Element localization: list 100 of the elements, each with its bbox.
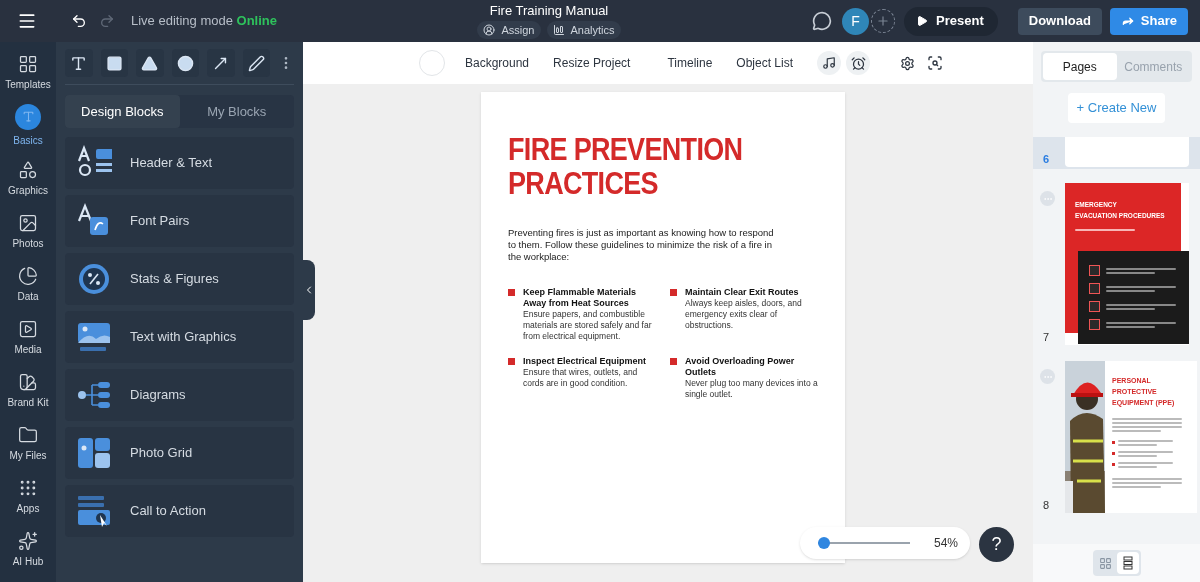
play-square-icon [18, 318, 38, 339]
design-block-item[interactable]: Diagrams [65, 369, 294, 421]
pen-tool-icon[interactable] [242, 49, 270, 77]
step-icon [1089, 265, 1100, 276]
document-title: Fire Training Manual [489, 2, 609, 19]
panel-tab[interactable]: My Blocks [179, 95, 294, 128]
text-lines-drawing [1106, 303, 1176, 310]
item-title: Inspect Electrical Equipment [523, 356, 648, 367]
rail-item[interactable]: Basics [0, 99, 56, 152]
line-tool-icon[interactable] [207, 49, 235, 77]
pages-tab[interactable]: Pages [1043, 53, 1117, 80]
page-number: 6 [1043, 151, 1050, 167]
text-lines-drawing [1118, 462, 1173, 468]
toolbar-link[interactable]: Background [465, 54, 530, 72]
rail-item[interactable]: My Files [0, 417, 56, 470]
circle-tool-icon[interactable] [171, 49, 199, 77]
pie-chart-icon [18, 265, 38, 286]
folder-icon [18, 424, 38, 445]
item-text: Always keep aisles, doors, and emergency exits clear of obstructions. [685, 298, 803, 331]
download-button[interactable]: Download [1017, 7, 1102, 35]
text-icon [15, 103, 41, 130]
settings-icon[interactable] [900, 55, 916, 71]
forward-arrow-icon [1120, 14, 1135, 28]
undo-icon[interactable] [71, 13, 87, 29]
alarm-clock-icon[interactable] [846, 51, 871, 75]
zoom-percentage: 54% [933, 535, 958, 552]
text-lines-drawing [1106, 285, 1176, 292]
page-number: 8 [1043, 497, 1050, 513]
intro-paragraph: Preventing fires is just as important as knowing how to respond to them. Follow these guidelines to minimize the risk of a fire in the workplace: [508, 227, 775, 263]
bar-chart-icon [552, 24, 565, 36]
text-lines-drawing [1118, 451, 1173, 457]
triangle-tool-icon[interactable] [136, 49, 164, 77]
slider-thumb[interactable] [817, 537, 830, 549]
toolbar-link[interactable]: Timeline [667, 54, 713, 72]
list-view-icon[interactable] [1116, 552, 1139, 574]
page-thumbnail[interactable] [1065, 137, 1189, 167]
create-new-button[interactable]: + Create New [1067, 93, 1166, 123]
design-block-item[interactable]: Stats & Figures [65, 253, 294, 305]
design-block-item[interactable]: Font Pairs [65, 195, 294, 247]
collapse-handle[interactable] [303, 260, 315, 320]
rail-item[interactable]: Graphics [0, 152, 56, 205]
bullet-square [670, 358, 677, 365]
item-text: Ensure that wires, outlets, and cords are in good condition. [523, 367, 639, 389]
page-number: 7 [1043, 329, 1050, 345]
step-icon [1089, 283, 1100, 294]
design-block-item[interactable]: Call to Action [65, 485, 294, 537]
text-lines-drawing [1112, 478, 1182, 488]
bullet-square [1112, 452, 1115, 455]
avatar[interactable]: F [842, 7, 870, 35]
design-block-item[interactable]: Photo Grid [65, 427, 294, 479]
analytics-button[interactable]: Analytics [546, 20, 621, 40]
rail-item[interactable]: Apps [0, 470, 56, 523]
design-block-item[interactable]: Header & Text [65, 137, 294, 189]
present-button[interactable]: Present [904, 6, 998, 36]
toolbar-link[interactable]: Object List [736, 54, 794, 72]
rail-item[interactable]: Media [0, 311, 56, 364]
user-circle-icon [483, 24, 496, 36]
design-block-item[interactable]: Text with Graphics [65, 311, 294, 363]
text-lines-drawing [1106, 321, 1176, 328]
editing-mode-label: Live editing mode Online [131, 12, 277, 31]
text-lines-drawing [1106, 267, 1176, 274]
block-icon [76, 261, 112, 297]
music-icon[interactable] [817, 51, 842, 75]
text-tool-icon[interactable] [65, 49, 93, 77]
play-icon [916, 15, 929, 27]
text-lines-drawing [1112, 418, 1182, 432]
assign-button[interactable]: Assign [477, 20, 541, 40]
block-icon [76, 435, 112, 471]
swatch-book-icon [18, 371, 38, 392]
item-title: Maintain Clear Exit Routes [685, 287, 800, 298]
zoom-search-icon[interactable] [927, 55, 944, 71]
text-lines-drawing [1118, 440, 1173, 446]
rail-item[interactable]: Templates [0, 46, 56, 99]
layout-grid-icon [18, 53, 38, 74]
toolbar-link[interactable]: Resize Project [553, 54, 631, 72]
item-text: Never plug too many devices into a single outlet. [685, 378, 818, 400]
share-button[interactable]: Share [1109, 7, 1188, 35]
menu-icon[interactable] [17, 11, 37, 31]
block-icon [76, 493, 112, 529]
shapes-icon [18, 159, 38, 180]
bullet-square [508, 289, 515, 296]
rail-item[interactable]: AI Hub [0, 523, 56, 576]
step-icon [1089, 301, 1100, 312]
rail-item[interactable]: Brand Kit [0, 364, 56, 417]
bullet-square [1112, 441, 1115, 444]
rail-item[interactable]: Data [0, 258, 56, 311]
item-title: Avoid Overloading Power Outlets [685, 356, 796, 378]
bullet-square [1112, 463, 1115, 466]
chat-bubble-icon[interactable] [812, 11, 833, 31]
item-text: Ensure papers, and combustible materials are stored safely and far from electrical equipment. [523, 309, 653, 342]
color-swatch[interactable] [419, 50, 445, 76]
step-icon [1089, 319, 1100, 330]
help-button[interactable]: ? [979, 527, 1014, 562]
bullet-square [670, 289, 677, 296]
image-icon [18, 212, 38, 233]
rectangle-tool-icon[interactable] [100, 49, 128, 77]
panel-tab[interactable]: Design Blocks [65, 95, 180, 128]
item-title: Keep Flammable Materials Away from Heat Sources [523, 287, 638, 309]
sparkles-icon [18, 530, 38, 551]
rail-item[interactable]: Photos [0, 205, 56, 258]
